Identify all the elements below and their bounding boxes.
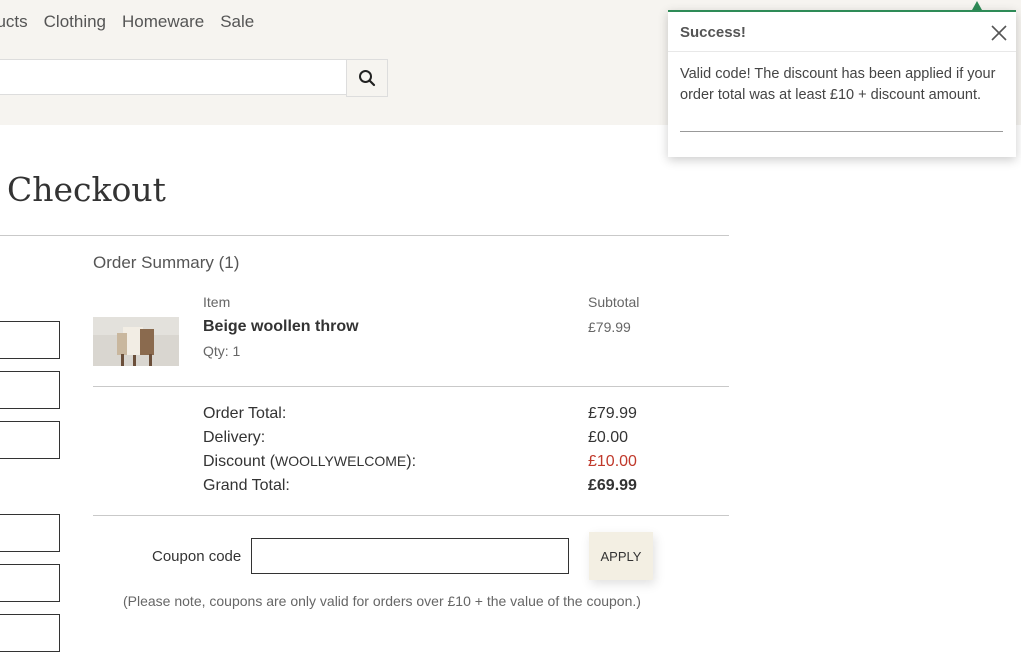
form-field-2[interactable] — [0, 371, 60, 409]
divider — [0, 235, 729, 236]
toast-divider — [668, 51, 1016, 52]
column-header-subtotal: Subtotal — [588, 294, 640, 310]
form-field-1[interactable] — [0, 321, 60, 359]
delivery-value: £0.00 — [588, 429, 629, 446]
coupon-input[interactable] — [251, 538, 569, 574]
column-header-item: Item — [203, 294, 231, 310]
item-qty: Qty: 1 — [203, 343, 241, 359]
discount-value: £10.00 — [588, 453, 637, 470]
search-icon — [359, 70, 376, 87]
form-field-3[interactable] — [0, 421, 60, 459]
form-field-4[interactable] — [0, 514, 60, 552]
success-toast: Success! Valid code! The discount has be… — [668, 10, 1016, 157]
nav-item-homeware[interactable]: Homeware — [122, 12, 204, 32]
form-field-6[interactable] — [0, 614, 60, 652]
divider — [93, 386, 729, 387]
divider — [93, 515, 729, 516]
order-total-label: Order Total: — [203, 405, 287, 422]
toast-arrow — [972, 1, 982, 10]
nav-item-products[interactable]: ducts — [0, 12, 28, 32]
search-bar — [0, 59, 390, 97]
close-icon[interactable] — [990, 24, 1008, 42]
product-thumbnail — [93, 317, 179, 366]
main-nav: ducts Clothing Homeware Sale — [0, 12, 254, 32]
discount-label-suffix: ): — [406, 453, 417, 470]
discount-label: Discount (WOOLLYWELCOME): — [203, 453, 416, 471]
delivery-label: Delivery: — [203, 429, 266, 446]
coupon-label: Coupon code — [152, 548, 242, 565]
item-name: Beige woollen throw — [203, 318, 359, 335]
search-input[interactable] — [0, 59, 346, 95]
page-title: Checkout — [7, 170, 166, 209]
nav-item-clothing[interactable]: Clothing — [44, 12, 106, 32]
search-button[interactable] — [346, 59, 388, 97]
apply-coupon-button[interactable]: APPLY — [589, 532, 653, 580]
coupon-note: (Please note, coupons are only valid for… — [123, 593, 641, 609]
toast-message: Valid code! The discount has been applie… — [680, 66, 996, 103]
item-subtotal: £79.99 — [588, 319, 631, 335]
discount-code: WOOLLYWELCOME — [275, 453, 407, 469]
grand-total-value: £69.99 — [588, 477, 637, 494]
form-field-5[interactable] — [0, 564, 60, 602]
order-summary-title: Order Summary (1) — [93, 253, 240, 272]
discount-label-prefix: Discount ( — [203, 453, 276, 470]
toast-title: Success! — [680, 24, 746, 41]
nav-item-sale[interactable]: Sale — [220, 12, 254, 32]
grand-total-label: Grand Total: — [203, 477, 290, 494]
toast-underline — [680, 131, 1003, 132]
order-total-value: £79.99 — [588, 405, 637, 422]
